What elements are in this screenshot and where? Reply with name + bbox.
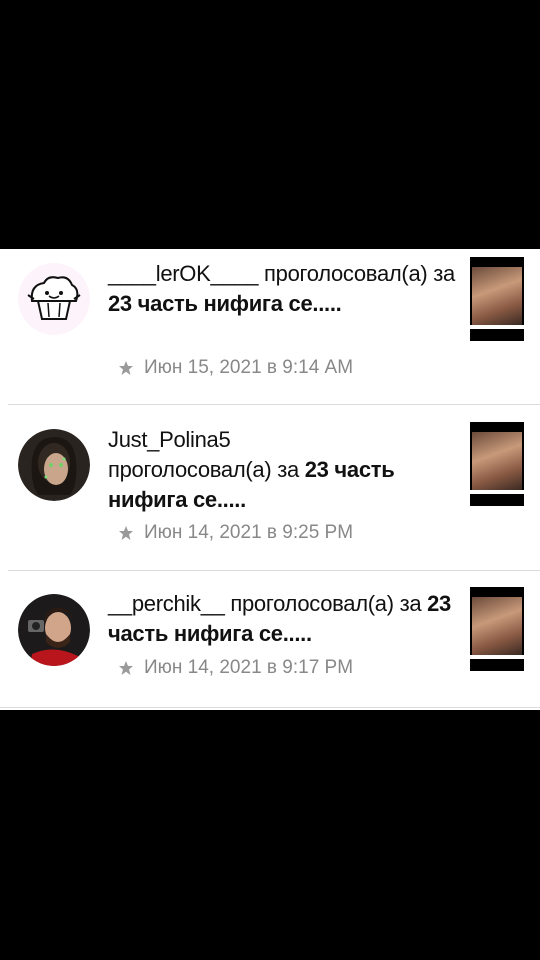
timestamp: Июн 15, 2021 в 9:14 AM xyxy=(118,357,353,379)
username-link[interactable]: Just_Polina5 xyxy=(108,427,231,452)
star-icon xyxy=(119,361,133,375)
action-text: проголосовал(а) за xyxy=(258,261,455,286)
thumbnail-bar xyxy=(470,325,524,329)
timestamp-text: Июн 15, 2021 в 9:14 AM xyxy=(144,357,354,378)
action-text: проголосовал(а) за xyxy=(108,457,305,482)
notification-text: __perchik__ проголосовал(а) за 23 часть … xyxy=(108,589,460,649)
notification-item[interactable]: ____lerOK____ проголосовал(а) за 23 част… xyxy=(0,249,540,404)
muffin-avatar-icon xyxy=(18,263,90,335)
username-link[interactable]: __perchik__ xyxy=(108,591,225,616)
divider xyxy=(0,707,540,708)
timestamp: Июн 14, 2021 в 9:25 PM xyxy=(118,522,353,544)
letterbox-bottom xyxy=(0,710,540,960)
timestamp: Июн 14, 2021 в 9:17 PM xyxy=(118,657,353,679)
thumbnail-bar xyxy=(470,490,524,494)
avatar[interactable] xyxy=(18,429,90,501)
divider xyxy=(8,570,540,571)
avatar[interactable] xyxy=(18,263,90,335)
thumbnail-image xyxy=(472,597,522,655)
notification-text: Just_Polina5 проголосовал(а) за 23 часть… xyxy=(108,425,460,515)
post-title-link[interactable]: 23 часть нифига се..... xyxy=(108,291,342,316)
post-thumbnail[interactable] xyxy=(470,257,524,341)
divider xyxy=(8,404,540,405)
thumbnail-bar xyxy=(470,655,524,659)
avatar[interactable] xyxy=(18,594,90,666)
thumbnail-image xyxy=(472,267,522,325)
timestamp-text: Июн 14, 2021 в 9:25 PM xyxy=(144,522,354,543)
timestamp-text: Июн 14, 2021 в 9:17 PM xyxy=(144,657,354,678)
notification-feed: ____lerOK____ проголосовал(а) за 23 част… xyxy=(0,249,540,710)
user-photo-avatar-icon xyxy=(18,429,90,501)
thumbnail-image xyxy=(472,432,522,490)
post-thumbnail[interactable] xyxy=(470,587,524,671)
action-text: проголосовал(а) за xyxy=(224,591,428,616)
user-photo-avatar-icon xyxy=(18,594,90,666)
notification-text: ____lerOK____ проголосовал(а) за 23 част… xyxy=(108,259,460,319)
username-link[interactable]: ____lerOK____ xyxy=(108,261,259,286)
star-icon xyxy=(119,526,133,540)
post-thumbnail[interactable] xyxy=(470,422,524,506)
letterbox-top xyxy=(0,0,540,249)
star-icon xyxy=(119,661,133,675)
